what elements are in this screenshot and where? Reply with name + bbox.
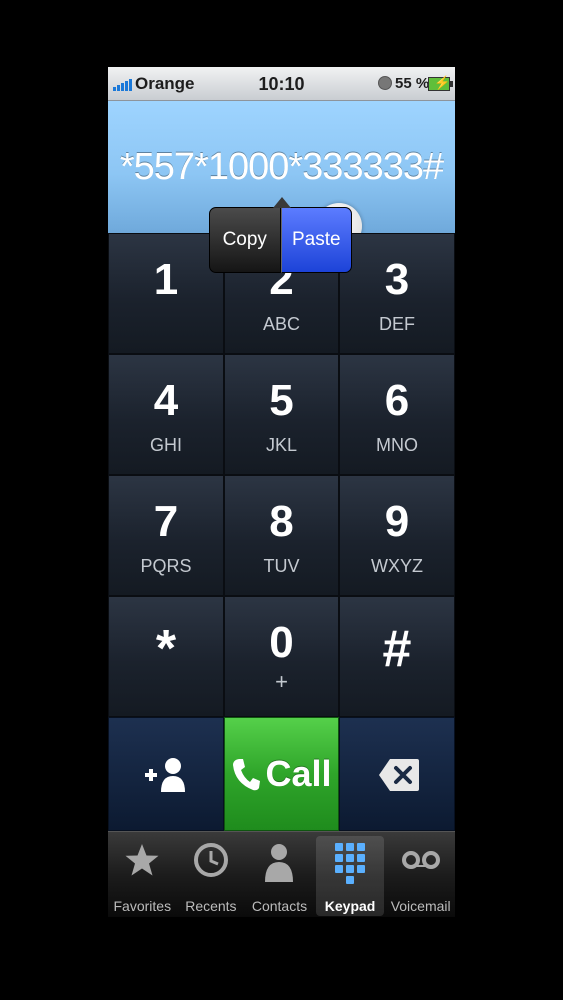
- tab-label: Contacts: [251, 898, 308, 914]
- key-letters: PQRS: [140, 556, 192, 576]
- backspace-icon: [379, 759, 419, 791]
- key-digit: 4: [153, 376, 179, 425]
- key-digit: 6: [384, 376, 410, 425]
- tab-recents[interactable]: Recents: [177, 832, 246, 917]
- call-button[interactable]: Call: [224, 717, 339, 831]
- key-7[interactable]: 7 PQRS: [108, 475, 224, 596]
- key-letters: JKL: [265, 435, 298, 455]
- dialed-number[interactable]: *557*1000*333333#: [108, 146, 455, 189]
- tab-keypad[interactable]: Keypad: [315, 836, 385, 916]
- copy-button[interactable]: Copy: [209, 207, 281, 273]
- key-letters: +: [275, 669, 288, 694]
- tab-label: Favorites: [113, 898, 172, 914]
- voicemail-icon: [401, 851, 440, 869]
- key-letters: MNO: [376, 435, 418, 455]
- call-label: Call: [265, 753, 332, 794]
- battery-percentage: 55 %: [395, 75, 430, 92]
- keypad-icon: [335, 843, 366, 884]
- edit-menu-arrow: [273, 197, 291, 208]
- key-4[interactable]: 4 GHI: [108, 354, 224, 475]
- key-1[interactable]: 1: [108, 233, 224, 354]
- key-digit: 3: [384, 255, 410, 304]
- tab-voicemail[interactable]: Voicemail: [386, 832, 455, 917]
- paste-button[interactable]: Paste: [280, 207, 352, 273]
- star-icon: [125, 844, 159, 876]
- tab-label: Voicemail: [390, 898, 451, 914]
- key-digit: 1: [153, 255, 179, 304]
- key-8[interactable]: 8 TUV: [224, 475, 339, 596]
- add-person-icon: [145, 758, 185, 792]
- key-letters: TUV: [263, 556, 300, 576]
- key-letters: GHI: [149, 435, 182, 455]
- battery-charging-icon: ⚡: [428, 75, 453, 91]
- key-digit: *: [155, 620, 177, 678]
- key-digit: 9: [384, 497, 410, 546]
- tab-bar: Favorites Recents Contacts Keypad Voicem…: [108, 831, 455, 917]
- tab-contacts[interactable]: Contacts: [245, 832, 314, 917]
- tab-label: Keypad: [324, 898, 376, 914]
- add-contact-button[interactable]: [108, 717, 224, 831]
- key-letters: DEF: [379, 314, 415, 334]
- key-9[interactable]: 9 WXYZ: [339, 475, 455, 596]
- key-0[interactable]: 0 +: [224, 596, 339, 717]
- person-icon: [265, 844, 294, 882]
- clock-icon: [193, 843, 228, 877]
- key-digit: 8: [269, 497, 294, 546]
- tab-label: Recents: [185, 898, 237, 914]
- key-5[interactable]: 5 JKL: [224, 354, 339, 475]
- edit-menu: Copy Paste: [209, 197, 352, 273]
- key-letters: ABC: [262, 314, 300, 334]
- key-pound[interactable]: #: [339, 596, 455, 717]
- phone-screen: Orange 10:10 55 % ⚡ *557*1000*333333# Co…: [108, 67, 455, 917]
- key-3[interactable]: 3 DEF: [339, 233, 455, 354]
- delete-button[interactable]: [339, 717, 455, 831]
- key-star[interactable]: *: [108, 596, 224, 717]
- key-digit: 5: [269, 376, 294, 425]
- keypad: 1 2 ABC 3 DEF 4 GHI 5 JKL 6 MNO 7 PQRS 8: [108, 233, 455, 717]
- key-digit: 0: [269, 618, 294, 667]
- rotation-lock-icon: [378, 76, 392, 90]
- key-letters: WXYZ: [371, 556, 423, 576]
- tab-favorites[interactable]: Favorites: [108, 832, 177, 917]
- status-bar: Orange 10:10 55 % ⚡: [108, 67, 455, 101]
- key-digit: 7: [153, 497, 179, 546]
- phone-icon: [233, 759, 261, 791]
- action-row: Call: [108, 717, 455, 831]
- key-6[interactable]: 6 MNO: [339, 354, 455, 475]
- key-digit: #: [382, 620, 412, 678]
